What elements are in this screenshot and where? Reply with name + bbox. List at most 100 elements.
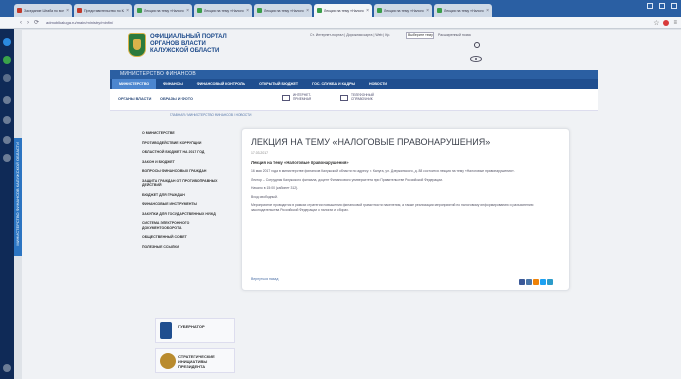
url-field[interactable]: admoblkaluga.ru/main/ministry/minfin/ bbox=[46, 20, 113, 25]
tab-close-icon[interactable]: × bbox=[486, 8, 489, 14]
app-icon[interactable] bbox=[3, 96, 11, 104]
share-icon[interactable] bbox=[533, 279, 539, 285]
forward-icon[interactable]: › bbox=[27, 20, 29, 26]
phone-icon bbox=[340, 95, 348, 101]
logo-line: КАЛУЖСКОЙ ОБЛАСТИ bbox=[150, 48, 220, 54]
article-paragraph: Мероприятие проводится в рамках стратеги… bbox=[251, 203, 534, 212]
sub-nav-link[interactable]: ОБРАЗЫ И ФОТО bbox=[160, 97, 193, 101]
share-icon[interactable] bbox=[540, 279, 546, 285]
left-menu-item[interactable]: ОБЩЕСТВЕННЫЙ СОВЕТ bbox=[142, 235, 222, 240]
promo-title: ГУБЕРНАТОР bbox=[178, 324, 205, 329]
tab-close-icon[interactable]: × bbox=[366, 8, 369, 14]
side-panel-label: МИНИСТЕРСТВО ФИНАНСОВ КАЛУЖСКОЙ ОБЛАСТИ bbox=[15, 142, 20, 246]
address-bar: ‹ › ⟳ admoblkaluga.ru/main/ministry/minf… bbox=[0, 17, 681, 29]
left-menu-item[interactable]: ЗАКОН И БЮДЖЕТ bbox=[142, 160, 222, 165]
left-menu-item[interactable]: ЗАКУПКИ ДЛЯ ГОСУДАРСТВЕННЫХ НУЖД bbox=[142, 212, 222, 217]
main-nav-item[interactable]: НОВОСТИ bbox=[362, 79, 394, 89]
close-icon[interactable] bbox=[671, 3, 677, 9]
tab-title: Лекция на тему «Налоговые bbox=[144, 8, 184, 13]
app-icon[interactable] bbox=[3, 56, 11, 64]
tab-close-icon[interactable]: × bbox=[246, 8, 249, 14]
article-paragraph: Вход свободный. bbox=[251, 194, 278, 199]
tab-title: Представительство по Калужской bbox=[84, 8, 124, 13]
menu-icon[interactable]: ≡ bbox=[673, 20, 677, 26]
browser-tab[interactable]: Лекция на тему «Налоговые× bbox=[254, 4, 312, 17]
left-menu-item[interactable]: ОБЛАСТНОЙ БЮДЖЕТ НА 2017 ГОД bbox=[142, 150, 222, 155]
sub-nav-item[interactable]: ИНТЕРНЕТ-ПРИЕМНАЯ bbox=[293, 93, 329, 101]
app-icon[interactable] bbox=[3, 364, 11, 372]
share-icon[interactable] bbox=[526, 279, 532, 285]
tab-close-icon[interactable]: × bbox=[306, 8, 309, 14]
tab-title: Лекция на тему «Налоговые bbox=[384, 8, 424, 13]
favicon-icon bbox=[437, 8, 442, 13]
browser-tab[interactable]: Лекция на тему «Налоговые× bbox=[314, 4, 372, 17]
tab-close-icon[interactable]: × bbox=[126, 8, 129, 14]
article-paragraph: 16 мая 2017 года в министерстве финансов… bbox=[251, 169, 515, 173]
browser-tab[interactable]: Лекция на тему «Налоговые× bbox=[134, 4, 192, 17]
left-menu-item[interactable]: ЗАЩИТА ГРАЖДАН ОТ ПРОТИВОПРАВНЫХ ДЕЙСТВИ… bbox=[142, 179, 222, 188]
browser-tab[interactable]: Лекция на тему «Налоговые× bbox=[434, 4, 492, 17]
app-icon[interactable] bbox=[3, 116, 11, 124]
back-icon[interactable]: ‹ bbox=[20, 20, 22, 26]
sub-nav-link[interactable]: ОРГАНЫ ВЛАСТИ bbox=[118, 97, 151, 101]
favicon-icon bbox=[257, 8, 262, 13]
left-menu-item[interactable]: ПРОТИВОДЕЙСТВИЕ КОРРУПЦИИ bbox=[142, 141, 222, 146]
extension-icon[interactable] bbox=[663, 20, 670, 26]
window-controls bbox=[647, 3, 677, 9]
left-menu-item[interactable]: БЮДЖЕТ ДЛЯ ГРАЖДАН bbox=[142, 193, 222, 198]
back-link[interactable]: Вернуться назад bbox=[251, 277, 278, 281]
share-icon[interactable] bbox=[547, 279, 553, 285]
top-links[interactable]: Ст. Интернет-портал | Дорожная карта | W… bbox=[310, 33, 390, 37]
main-nav-item[interactable]: ФИНАНСЫ bbox=[156, 79, 190, 89]
search-select[interactable]: Выберите тему bbox=[406, 32, 434, 39]
main-nav-item[interactable]: МИНИСТЕРСТВО bbox=[112, 79, 157, 89]
ministry-bar[interactable]: МИНИСТЕРСТВО ФИНАНСОВ bbox=[110, 70, 598, 79]
browser-tab[interactable]: Заседание Штаба по вопросам× bbox=[14, 4, 72, 17]
browser-tab[interactable]: Лекция на тему «Налоговые× bbox=[194, 4, 252, 17]
tab-close-icon[interactable]: × bbox=[186, 8, 189, 14]
reload-icon[interactable]: ⟳ bbox=[34, 19, 39, 26]
app-icon[interactable] bbox=[3, 136, 11, 144]
tab-close-icon[interactable]: × bbox=[426, 8, 429, 14]
left-menu-item[interactable]: ФИНАНСОВЫЕ ИНСТРУМЕНТЫ bbox=[142, 202, 222, 207]
main-nav-item[interactable]: ФИНАНСОВЫЙ КОНТРОЛЬ bbox=[190, 79, 252, 89]
article-title: ЛЕКЦИЯ НА ТЕМУ «НАЛОГОВЫЕ ПРАВОНАРУШЕНИЯ… bbox=[251, 137, 491, 147]
left-menu-item[interactable]: ВОПРОСЫ ФИНАНСОВЫХ ГРАЖДАН bbox=[142, 169, 222, 174]
share-icon[interactable] bbox=[519, 279, 525, 285]
tab-close-icon[interactable]: × bbox=[66, 8, 69, 14]
left-menu: О МИНИСТЕРСТВЕ ПРОТИВОДЕЙСТВИЕ КОРРУПЦИИ О… bbox=[142, 131, 222, 254]
app-icon[interactable] bbox=[3, 38, 11, 46]
left-menu-item[interactable]: СИСТЕМА ЭЛЕКТРОННОГО ДОКУМЕНТООБОРОТА bbox=[142, 221, 222, 230]
main-nav-item[interactable]: ГОС. СЛУЖБА И КАДРЫ bbox=[305, 79, 362, 89]
promo-title: СТРАТЕГИЧЕСКИЕ ИНИЦИАТИВЫ ПРЕЗИДЕНТА bbox=[178, 354, 215, 369]
bookmark-star-icon[interactable]: ☆ bbox=[653, 19, 659, 27]
browser-tab[interactable]: Представительство по Калужской× bbox=[74, 4, 132, 17]
promo-initiatives[interactable]: СТРАТЕГИЧЕСКИЕ ИНИЦИАТИВЫ ПРЕЗИДЕНТА bbox=[155, 348, 235, 373]
promo-governor[interactable]: ГУБЕРНАТОР bbox=[155, 318, 235, 343]
accessibility-eye-icon[interactable] bbox=[470, 56, 482, 62]
site-logo[interactable]: ОФИЦИАЛЬНЫЙ ПОРТАЛ ОРГАНОВ ВЛАСТИ КАЛУЖС… bbox=[150, 34, 270, 55]
left-menu-item[interactable]: О МИНИСТЕРСТВЕ bbox=[142, 131, 222, 136]
breadcrumb[interactable]: ГЛАВНАЯ / МИНИСТЕРСТВО ФИНАНСОВ / НОВОСТ… bbox=[170, 113, 251, 117]
side-panel-tab[interactable]: МИНИСТЕРСТВО ФИНАНСОВ КАЛУЖСКОЙ ОБЛАСТИ bbox=[14, 138, 22, 256]
app-icon[interactable] bbox=[3, 74, 11, 82]
main-nav: МИНИСТЕРСТВО ФИНАНСЫ ФИНАНСОВЫЙ КОНТРОЛЬ ОТ… bbox=[110, 79, 598, 89]
governor-icon bbox=[160, 322, 172, 339]
main-nav-item[interactable]: ОТКРЫТЫЙ БЮДЖЕТ bbox=[252, 79, 305, 89]
favicon-icon bbox=[377, 8, 382, 13]
favicon-icon bbox=[317, 8, 322, 13]
left-menu-item[interactable]: ПОЛЕЗНЫЕ ССЫЛКИ bbox=[142, 245, 222, 250]
tab-strip: Заседание Штаба по вопросам×Представител… bbox=[0, 0, 681, 17]
sub-nav-item[interactable]: ТЕЛЕФОННЫЙ СПРАВОЧНИК bbox=[351, 93, 387, 101]
emblem-icon bbox=[160, 353, 176, 369]
screen: Заседание Штаба по вопросам×Представител… bbox=[0, 0, 681, 379]
advanced-search-link[interactable]: Расширенный поиск bbox=[438, 33, 471, 37]
tab-title: Лекция на тему «Налоговые bbox=[324, 8, 364, 13]
logo-line: ОРГАНОВ ВЛАСТИ bbox=[150, 41, 206, 47]
search-icon[interactable] bbox=[474, 42, 480, 48]
article-subtitle: Лекция на тему «Налоговые правонарушения… bbox=[251, 160, 349, 165]
app-icon[interactable] bbox=[3, 154, 11, 162]
browser-tab[interactable]: Лекция на тему «Налоговые× bbox=[374, 4, 432, 17]
minimize-icon[interactable] bbox=[647, 3, 653, 9]
maximize-icon[interactable] bbox=[659, 3, 665, 9]
